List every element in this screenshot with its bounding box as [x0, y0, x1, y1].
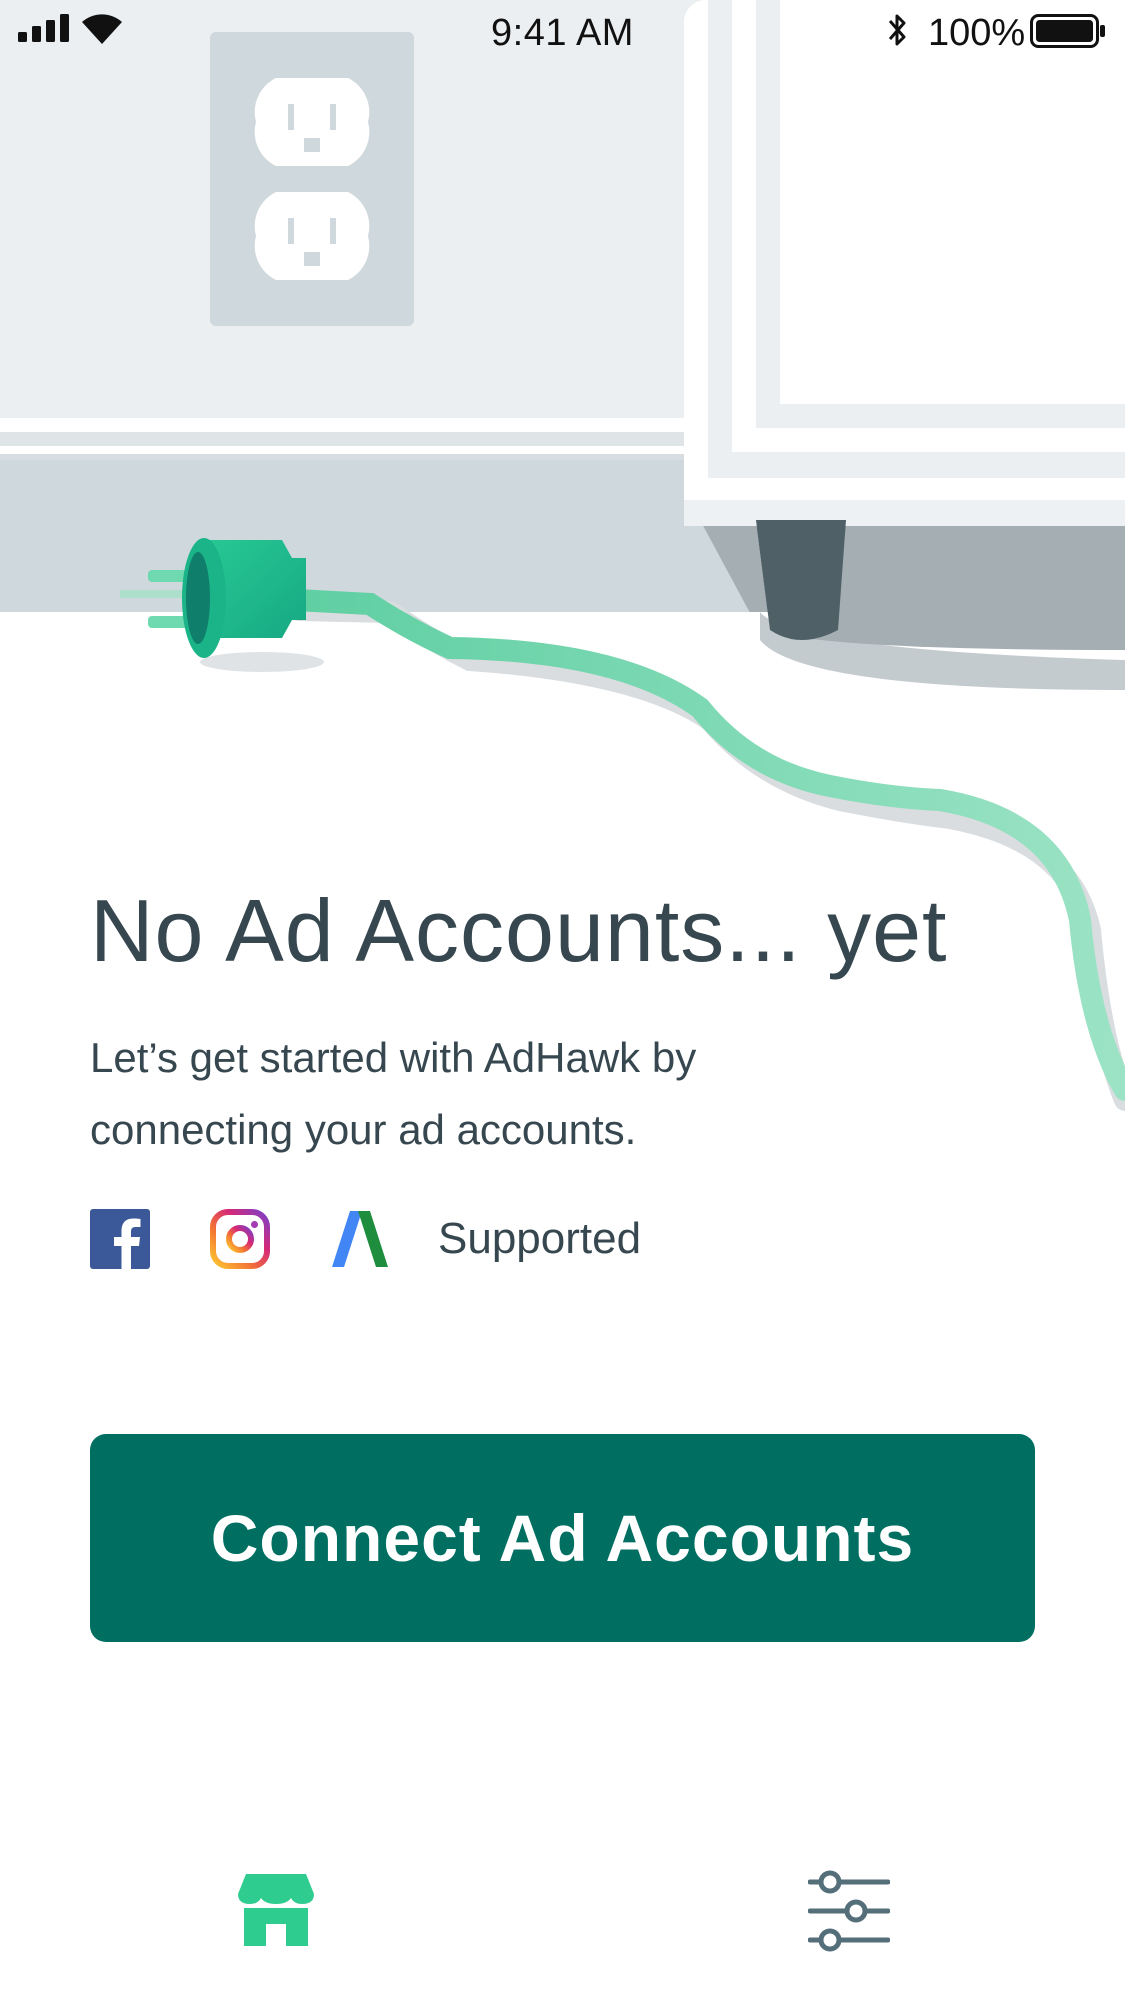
supported-platforms: Supported — [90, 1208, 641, 1270]
status-bar: 9:41 AM 100% — [0, 0, 1125, 64]
page-title: No Ad Accounts... yet — [90, 881, 948, 980]
instagram-icon — [210, 1209, 270, 1269]
supported-label: Supported — [438, 1214, 642, 1263]
wall-outlet — [210, 32, 414, 326]
bluetooth-icon — [888, 14, 906, 46]
tab-bar — [0, 1840, 1125, 2001]
sliders-icon[interactable] — [808, 1870, 890, 1952]
page-subtitle: Let’s get started with AdHawk by connect… — [90, 1034, 697, 1153]
google-ads-icon — [332, 1211, 388, 1267]
battery-percentage: 100% — [928, 12, 1026, 54]
dresser — [684, 0, 1125, 690]
connect-ad-accounts-button[interactable]: Connect Ad Accounts — [90, 1434, 1035, 1642]
battery-icon — [1030, 14, 1105, 48]
facebook-icon — [90, 1209, 150, 1269]
storefront-icon[interactable] — [236, 1870, 316, 1950]
